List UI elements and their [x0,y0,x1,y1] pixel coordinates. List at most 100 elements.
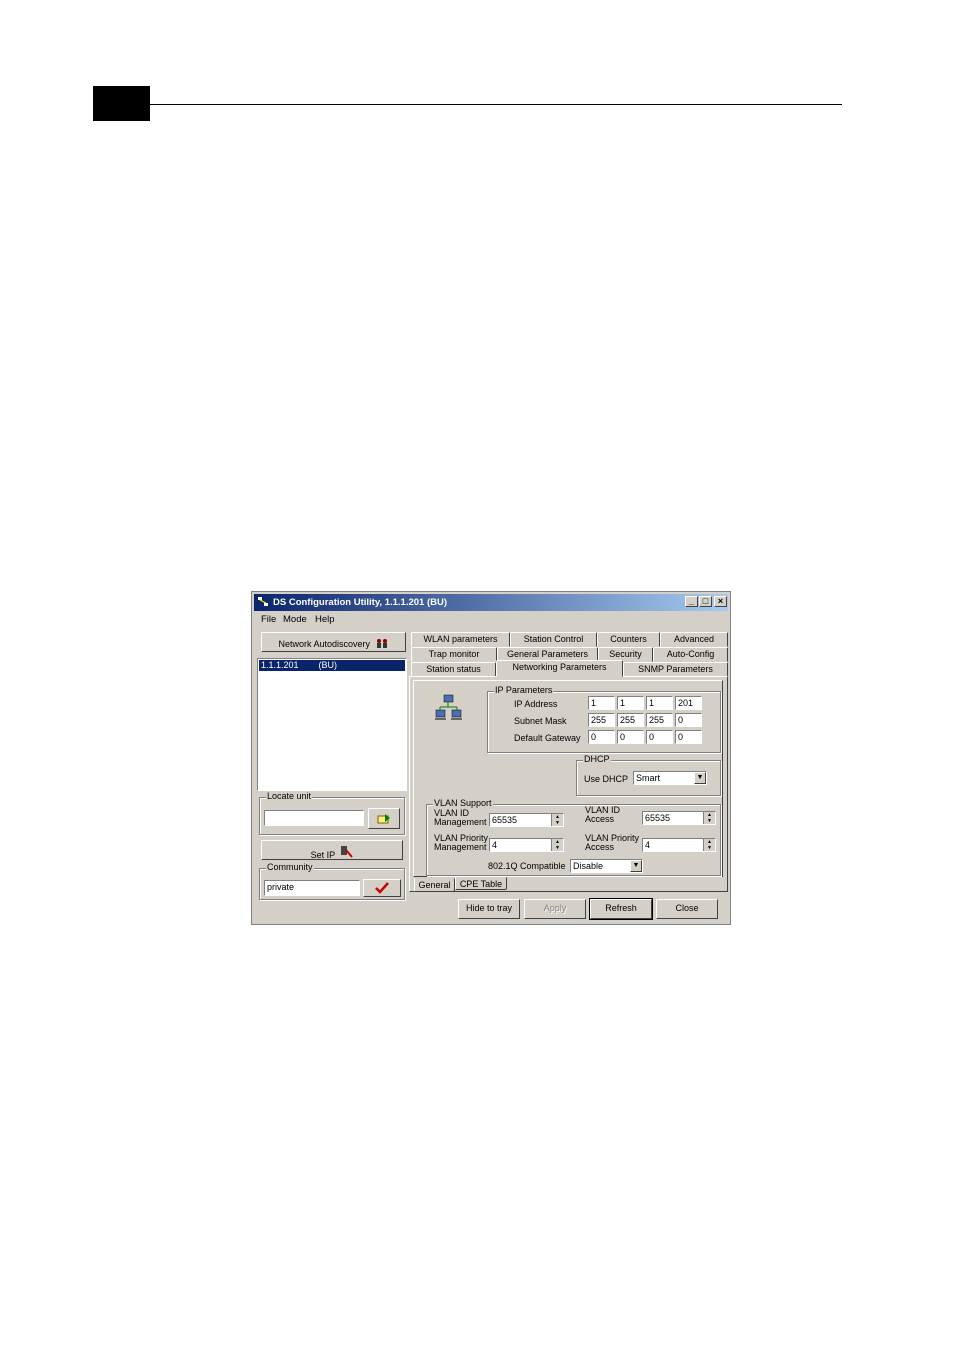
menu-file[interactable]: File [261,614,276,625]
spinner-icon[interactable]: ▲ ▼ [703,812,715,824]
page-header-block [93,86,150,121]
close-window-button[interactable]: × [714,596,727,607]
tab-counters[interactable]: Counters [597,632,660,647]
use-dhcp-select[interactable]: Smart ▼ [633,771,707,785]
tab-advanced[interactable]: Advanced [660,632,728,647]
subtab-cpe-table[interactable]: CPE Table [455,877,507,890]
vlan-priority-access-input[interactable]: 4 ▲ ▼ [642,838,716,852]
community-group: Community private [259,862,405,900]
vlan-id-management-value: 65535 [492,815,518,825]
network-people-icon [376,639,387,648]
gw-octet-1[interactable]: 0 [588,730,615,744]
gw-octet-3[interactable]: 0 [646,730,673,744]
tab-networking-parameters[interactable]: Networking Parameters [496,660,623,677]
mask-octet-2[interactable]: 255 [617,713,644,727]
vlan-priority-management-value: 4 [492,840,498,850]
gw-octet-2[interactable]: 0 [617,730,644,744]
autodiscovery-label: Network Autodiscovery [278,639,371,649]
tab-trap-monitor[interactable]: Trap monitor [411,647,497,662]
locate-unit-group: Locate unit [259,791,405,835]
use-dhcp-value: Smart [636,773,661,783]
ip-parameters-group: IP Parameters IP Address 1 1 1 201 Subne… [487,685,721,753]
ip-octet-1[interactable]: 1 [588,696,615,710]
tab-panel-networking: IP Parameters IP Address 1 1 1 201 Subne… [409,676,728,892]
locate-unit-input[interactable] [264,810,364,826]
mask-octet-3[interactable]: 255 [646,713,673,727]
title-bar[interactable]: DS Configuration Utility, 1.1.1.201 (BU)… [254,594,728,611]
spinner-icon[interactable]: ▲ ▼ [551,814,563,826]
dhcp-title: DHCP [583,754,611,764]
page-header-rule [150,104,842,105]
tab-auto-config[interactable]: Auto-Config [653,647,728,662]
set-ip-button[interactable]: Set IP [261,840,403,860]
vlan-priority-access-value: 4 [645,840,651,850]
subtab-general[interactable]: General [414,878,455,892]
default-gateway-label: Default Gateway [514,733,581,743]
refresh-button[interactable]: Refresh [589,898,653,920]
dhcp-group: DHCP Use DHCP Smart ▼ [576,754,721,796]
access-label: Access [585,842,615,852]
compatible-label: 802.1Q Compatible [488,861,566,871]
unit-list[interactable]: 1.1.1.201 (BU) [257,658,407,791]
set-ip-icon [341,846,354,858]
compatible-value: Disable [573,861,604,871]
refresh-label: Refresh [605,903,637,913]
maximize-button[interactable]: □ [699,596,712,607]
tab-snmp-parameters[interactable]: SNMP Parameters [623,662,728,677]
close-label: Close [675,903,699,913]
mask-octet-1[interactable]: 255 [588,713,615,727]
hide-to-tray-label: Hide to tray [465,903,513,913]
ip-octet-3[interactable]: 1 [646,696,673,710]
vlan-priority-management-label: VLAN Priority Management [434,834,488,852]
apply-label: Apply [543,903,567,913]
checkmark-icon [375,882,389,894]
ip-octet-4[interactable]: 201 [675,696,702,710]
network-computers-icon [435,694,462,720]
management-label: Management [434,817,487,827]
mask-octet-4[interactable]: 0 [675,713,702,727]
management-label: Management [434,842,487,852]
inner-panel-general: IP Parameters IP Address 1 1 1 201 Subne… [413,680,723,877]
use-dhcp-label: Use DHCP [584,774,629,784]
spinner-icon[interactable]: ▲ ▼ [551,839,563,851]
access-label: Access [585,814,615,824]
minimize-button[interactable]: _ [685,596,698,607]
set-ip-label: Set IP [310,850,335,860]
vlan-support-title: VLAN Support [433,798,493,808]
hide-to-tray-button[interactable]: Hide to tray [458,899,520,919]
vlan-support-group: VLAN Support VLAN ID Management 65535 ▲ ▼… [426,798,721,876]
vlan-id-access-label: VLAN ID Access [585,806,620,824]
ip-octet-2[interactable]: 1 [617,696,644,710]
chevron-down-icon[interactable]: ▼ [694,772,706,784]
menu-mode[interactable]: Mode [283,614,307,625]
locate-button[interactable] [368,808,400,829]
vlan-id-management-input[interactable]: 65535 ▲ ▼ [489,813,564,827]
menu-help[interactable]: Help [315,614,335,625]
gw-octet-4[interactable]: 0 [675,730,702,744]
vlan-priority-management-input[interactable]: 4 ▲ ▼ [489,838,564,852]
compatible-select[interactable]: Disable ▼ [570,859,643,873]
list-item[interactable]: 1.1.1.201 (BU) [259,660,405,671]
tab-station-control[interactable]: Station Control [510,632,597,647]
spinner-icon[interactable]: ▲ ▼ [703,839,715,851]
vlan-id-access-input[interactable]: 65535 ▲ ▼ [642,811,716,825]
community-title: Community [266,862,314,872]
ip-parameters-title: IP Parameters [494,685,554,695]
vlan-id-access-value: 65535 [645,813,671,823]
chevron-down-icon[interactable]: ▼ [630,860,642,872]
locate-unit-title: Locate unit [266,791,313,801]
subnet-mask-label: Subnet Mask [514,716,567,726]
community-apply-button[interactable] [363,879,401,897]
app-window: DS Configuration Utility, 1.1.1.201 (BU)… [251,591,731,925]
network-autodiscovery-button[interactable]: Network Autodiscovery [261,632,406,652]
vlan-priority-access-label: VLAN Priority Access [585,834,639,852]
window-title: DS Configuration Utility, 1.1.1.201 (BU) [273,597,448,608]
apply-button[interactable]: Apply [524,899,586,919]
menu-bar: File Mode Help [254,612,728,627]
tab-wlan-parameters[interactable]: WLAN parameters [411,632,510,647]
community-input[interactable]: private [264,880,360,896]
folder-arrow-icon [377,814,390,824]
tab-station-status[interactable]: Station status [411,662,496,677]
network-app-icon [258,597,268,606]
close-button[interactable]: Close [656,899,718,919]
